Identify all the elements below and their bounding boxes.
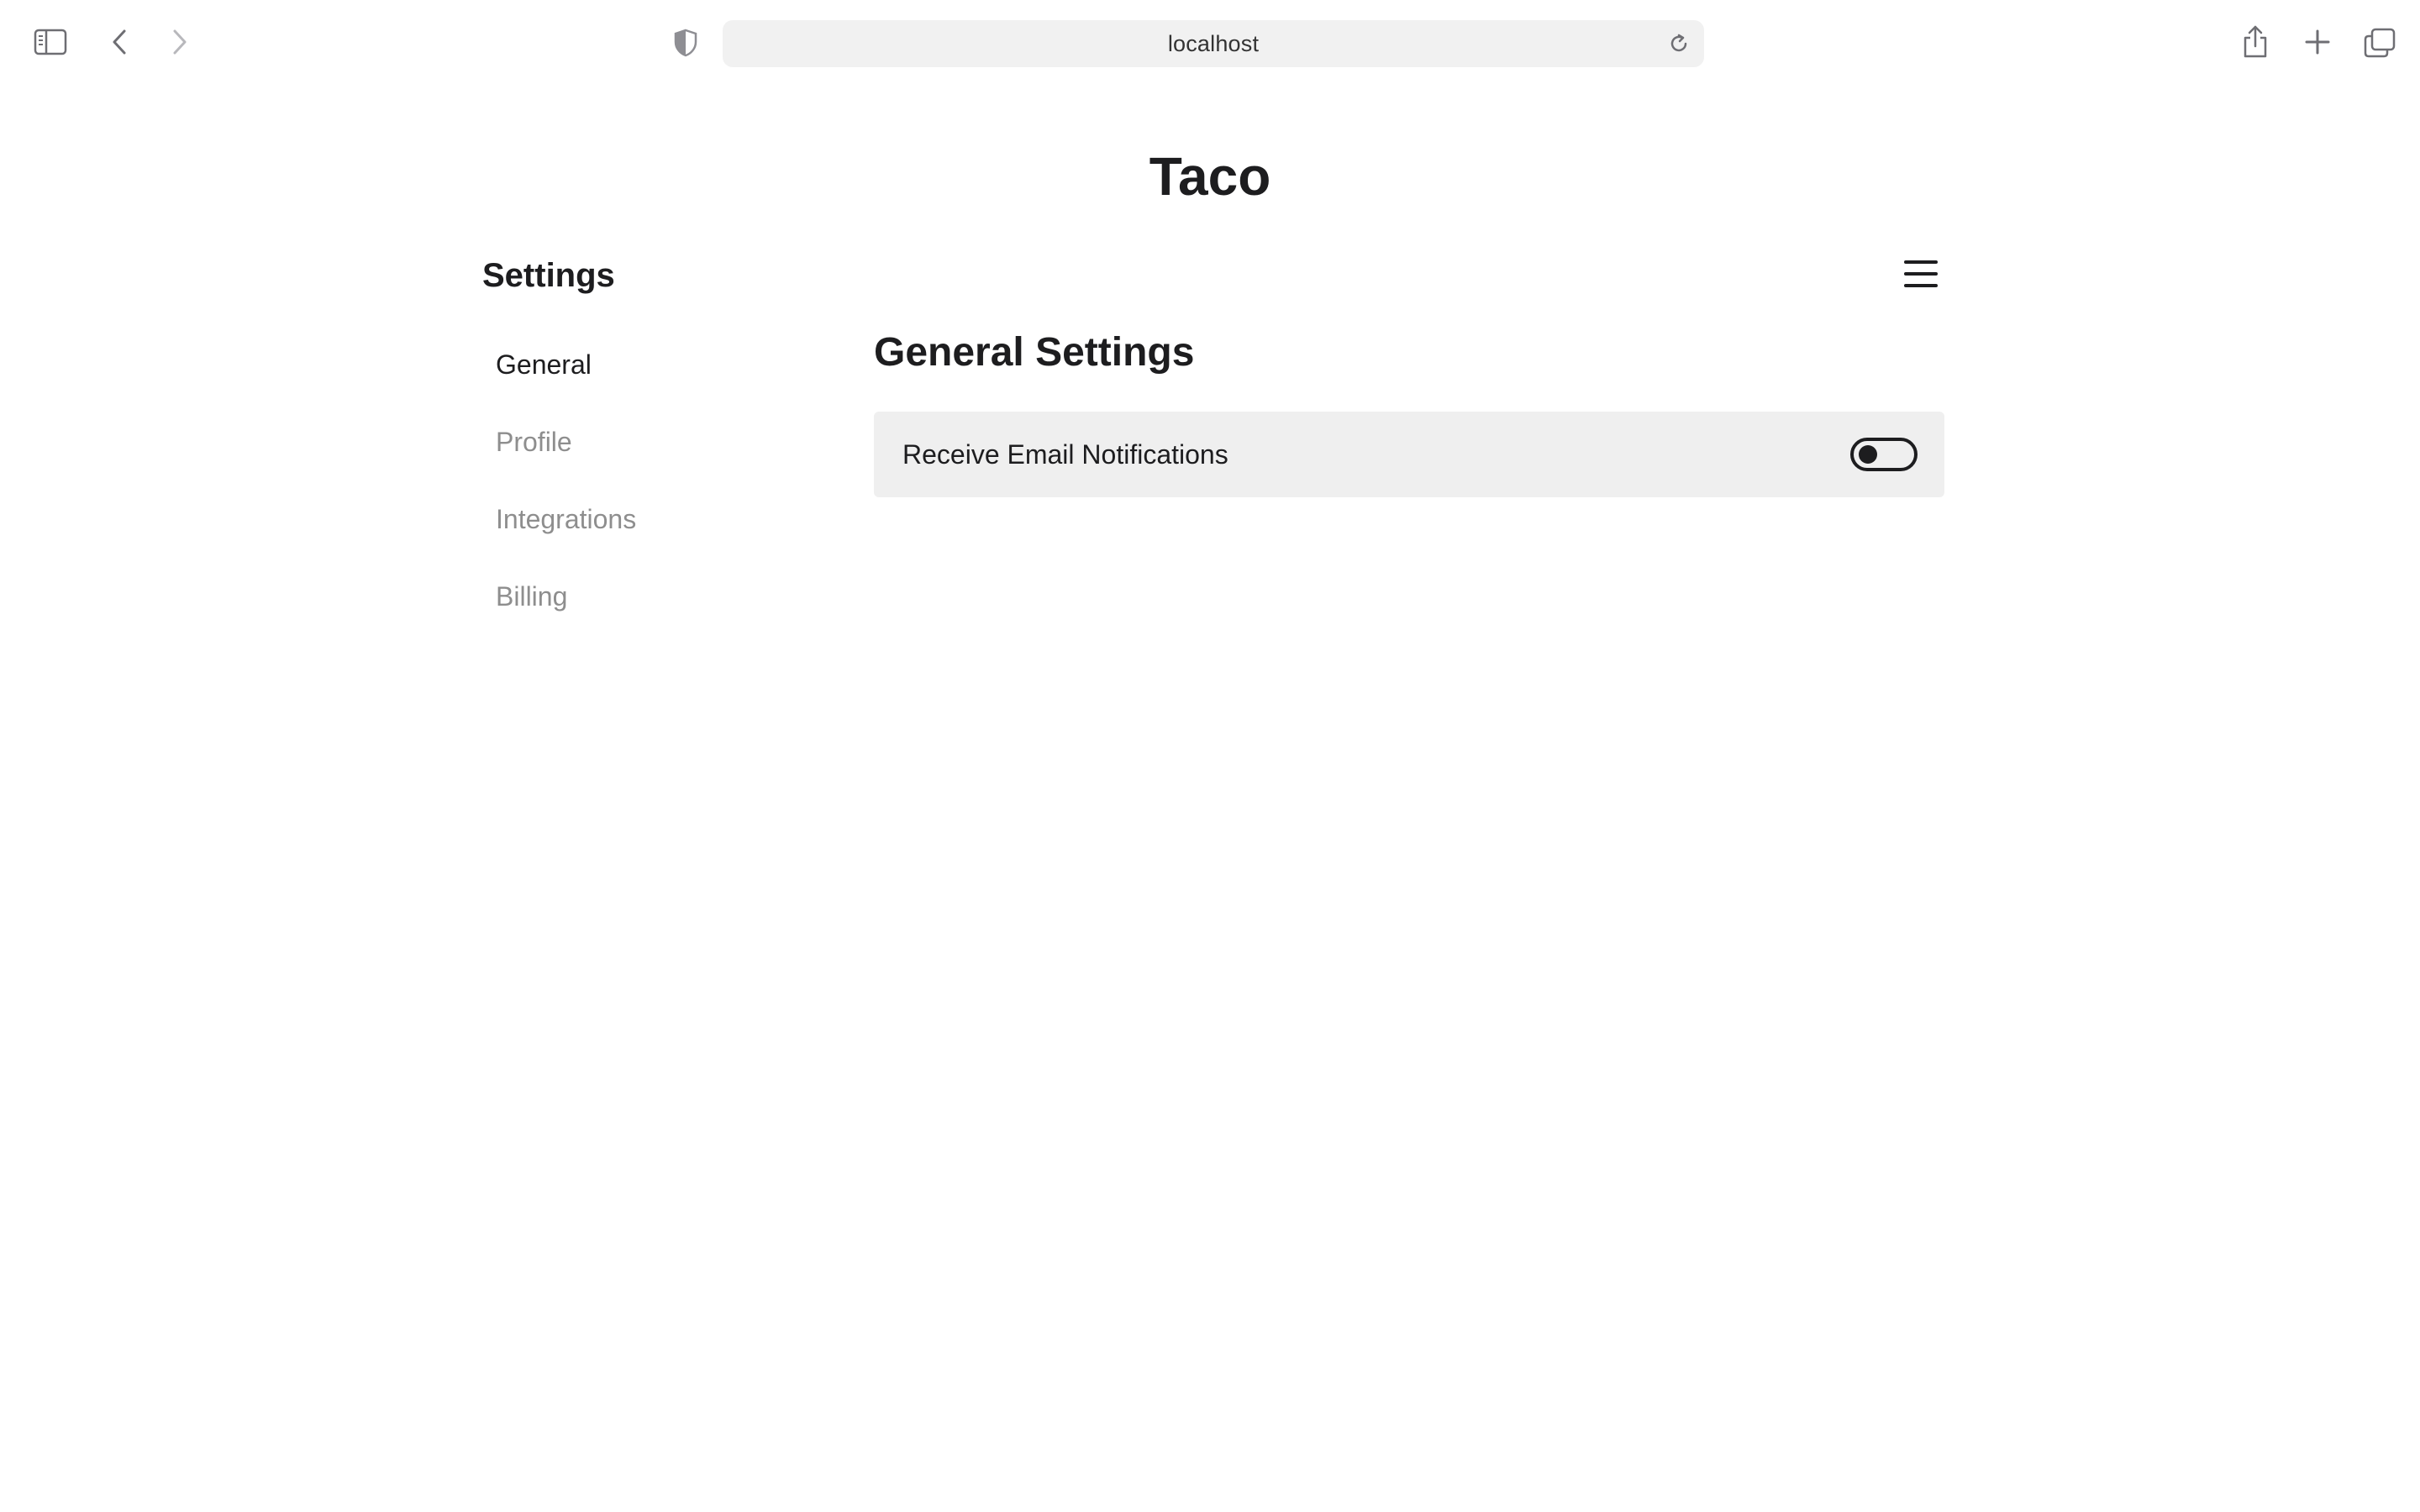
hamburger-menu-icon[interactable] [1902, 257, 1939, 291]
menu-line [1904, 284, 1938, 287]
share-icon[interactable] [2238, 22, 2272, 60]
section-title: General Settings [874, 330, 1195, 375]
reload-icon[interactable] [1664, 29, 1694, 59]
sidebar-item-integrations[interactable]: Integrations [496, 501, 832, 578]
privacy-shield-icon[interactable] [669, 25, 702, 60]
settings-sidebar: General Profile Integrations Billing [496, 346, 832, 655]
new-tab-plus-icon[interactable] [2301, 25, 2334, 59]
menu-line [1904, 272, 1938, 276]
address-bar[interactable]: localhost [723, 20, 1704, 67]
forward-arrow-icon[interactable] [163, 25, 197, 59]
setting-row-email-notifications: Receive Email Notifications [874, 412, 1944, 497]
tab-overview-icon[interactable] [2361, 25, 2398, 60]
back-arrow-icon[interactable] [103, 25, 136, 59]
sidebar-item-billing[interactable]: Billing [496, 578, 832, 655]
sidebar-toggle-icon[interactable] [32, 25, 69, 59]
setting-label: Receive Email Notifications [902, 438, 1228, 470]
address-text: localhost [1167, 30, 1260, 56]
settings-heading: Settings [482, 257, 615, 294]
email-notifications-toggle[interactable] [1850, 438, 1918, 471]
app-title: Taco [1149, 146, 1271, 207]
browser-toolbar: localhost [0, 0, 2420, 84]
sidebar-item-general[interactable]: General [496, 346, 832, 423]
menu-line [1904, 260, 1938, 264]
sidebar-item-profile[interactable]: Profile [496, 423, 832, 501]
toggle-knob [1859, 445, 1877, 464]
